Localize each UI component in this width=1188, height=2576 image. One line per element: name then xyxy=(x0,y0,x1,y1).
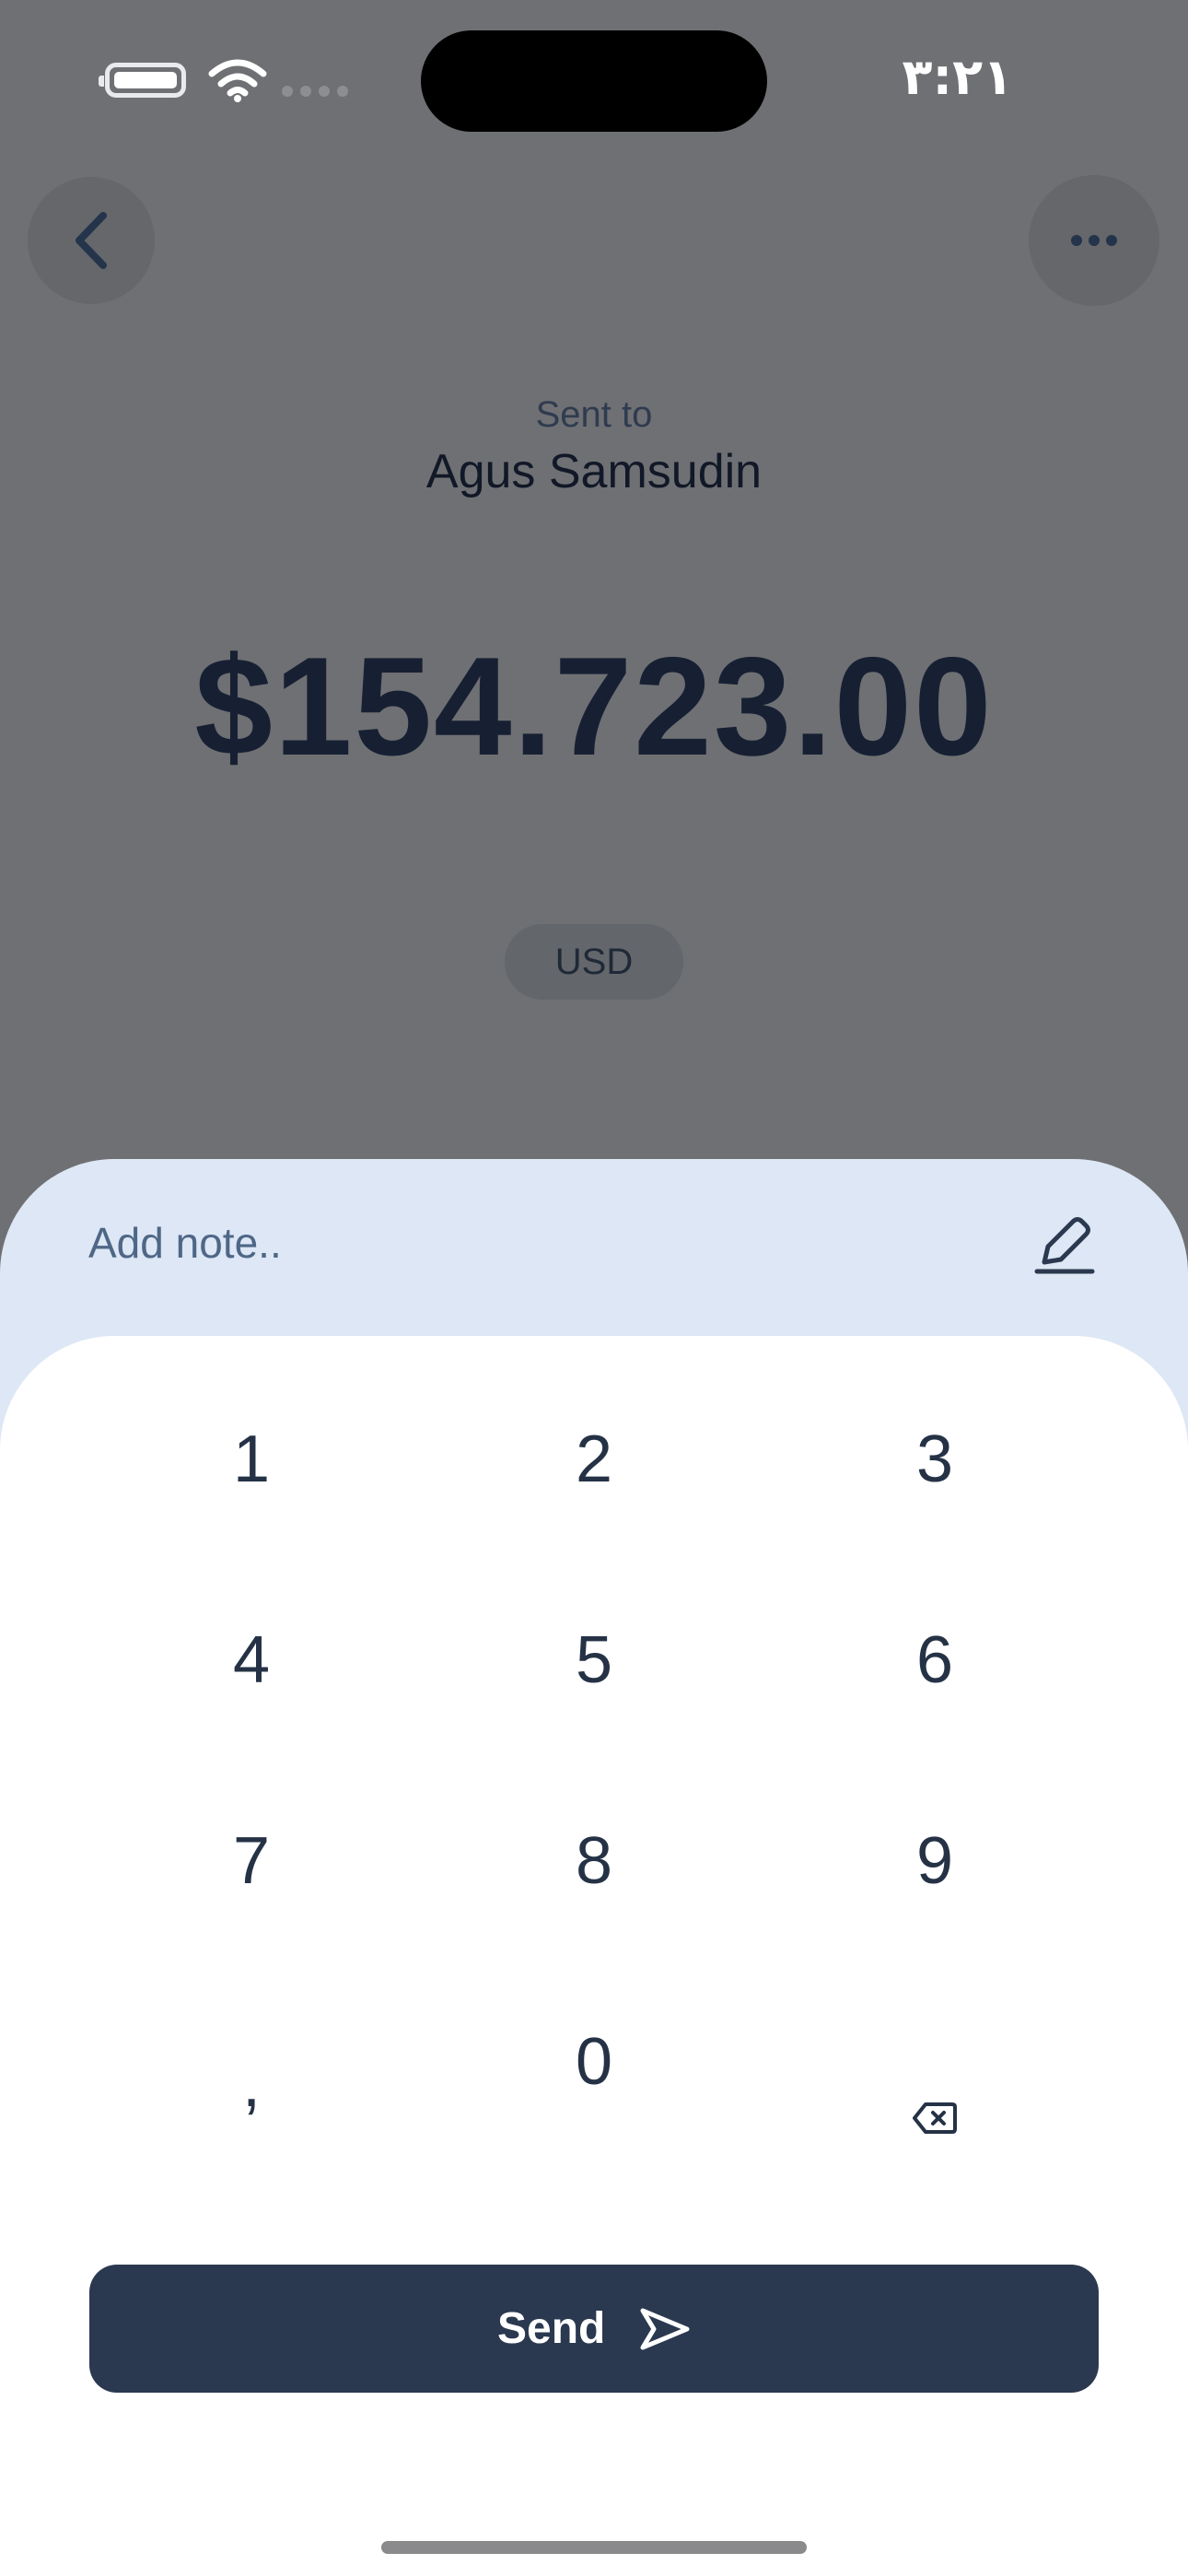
transfer-amount: $154.723.00 xyxy=(194,628,994,785)
send-button[interactable]: Send xyxy=(89,2265,1099,2393)
keypad-key-comma[interactable]: , xyxy=(122,2020,380,2149)
keypad-key-0[interactable]: 0 xyxy=(474,1997,714,2126)
currency-selector[interactable]: USD xyxy=(505,924,683,1000)
back-button[interactable] xyxy=(28,177,155,304)
keypad-key-2[interactable]: 2 xyxy=(474,1395,714,1524)
chevron-left-icon xyxy=(76,212,107,269)
ellipsis-icon xyxy=(1071,235,1117,246)
battery-icon xyxy=(99,63,186,98)
send-icon xyxy=(640,2308,690,2350)
keypad-key-6[interactable]: 6 xyxy=(815,1596,1054,1725)
status-bar: ۳:۲۱ xyxy=(0,0,1188,157)
status-time: ۳:۲۱ xyxy=(902,48,1013,106)
recipient-name: Agus Samsudin xyxy=(425,445,763,498)
home-indicator[interactable] xyxy=(381,2541,807,2554)
keypad-key-5[interactable]: 5 xyxy=(474,1596,714,1725)
sent-to-label: Sent to xyxy=(535,394,653,435)
add-note-field[interactable]: Add note.. xyxy=(88,1218,282,1268)
pencil-icon[interactable] xyxy=(1033,1211,1096,1277)
keypad-key-1[interactable]: 1 xyxy=(132,1395,371,1524)
keypad-key-3[interactable]: 3 xyxy=(815,1395,1054,1524)
keypad-key-4[interactable]: 4 xyxy=(132,1596,371,1725)
more-options-button[interactable] xyxy=(1029,175,1159,306)
backspace-icon[interactable] xyxy=(912,2101,958,2136)
keypad-key-8[interactable]: 8 xyxy=(474,1797,714,1926)
keypad-key-9[interactable]: 9 xyxy=(815,1797,1054,1926)
keypad-key-7[interactable]: 7 xyxy=(132,1797,371,1926)
dynamic-island xyxy=(421,30,767,132)
send-button-label: Send xyxy=(497,2304,606,2353)
signal-dots-icon xyxy=(282,86,348,97)
wifi-icon xyxy=(208,59,267,102)
